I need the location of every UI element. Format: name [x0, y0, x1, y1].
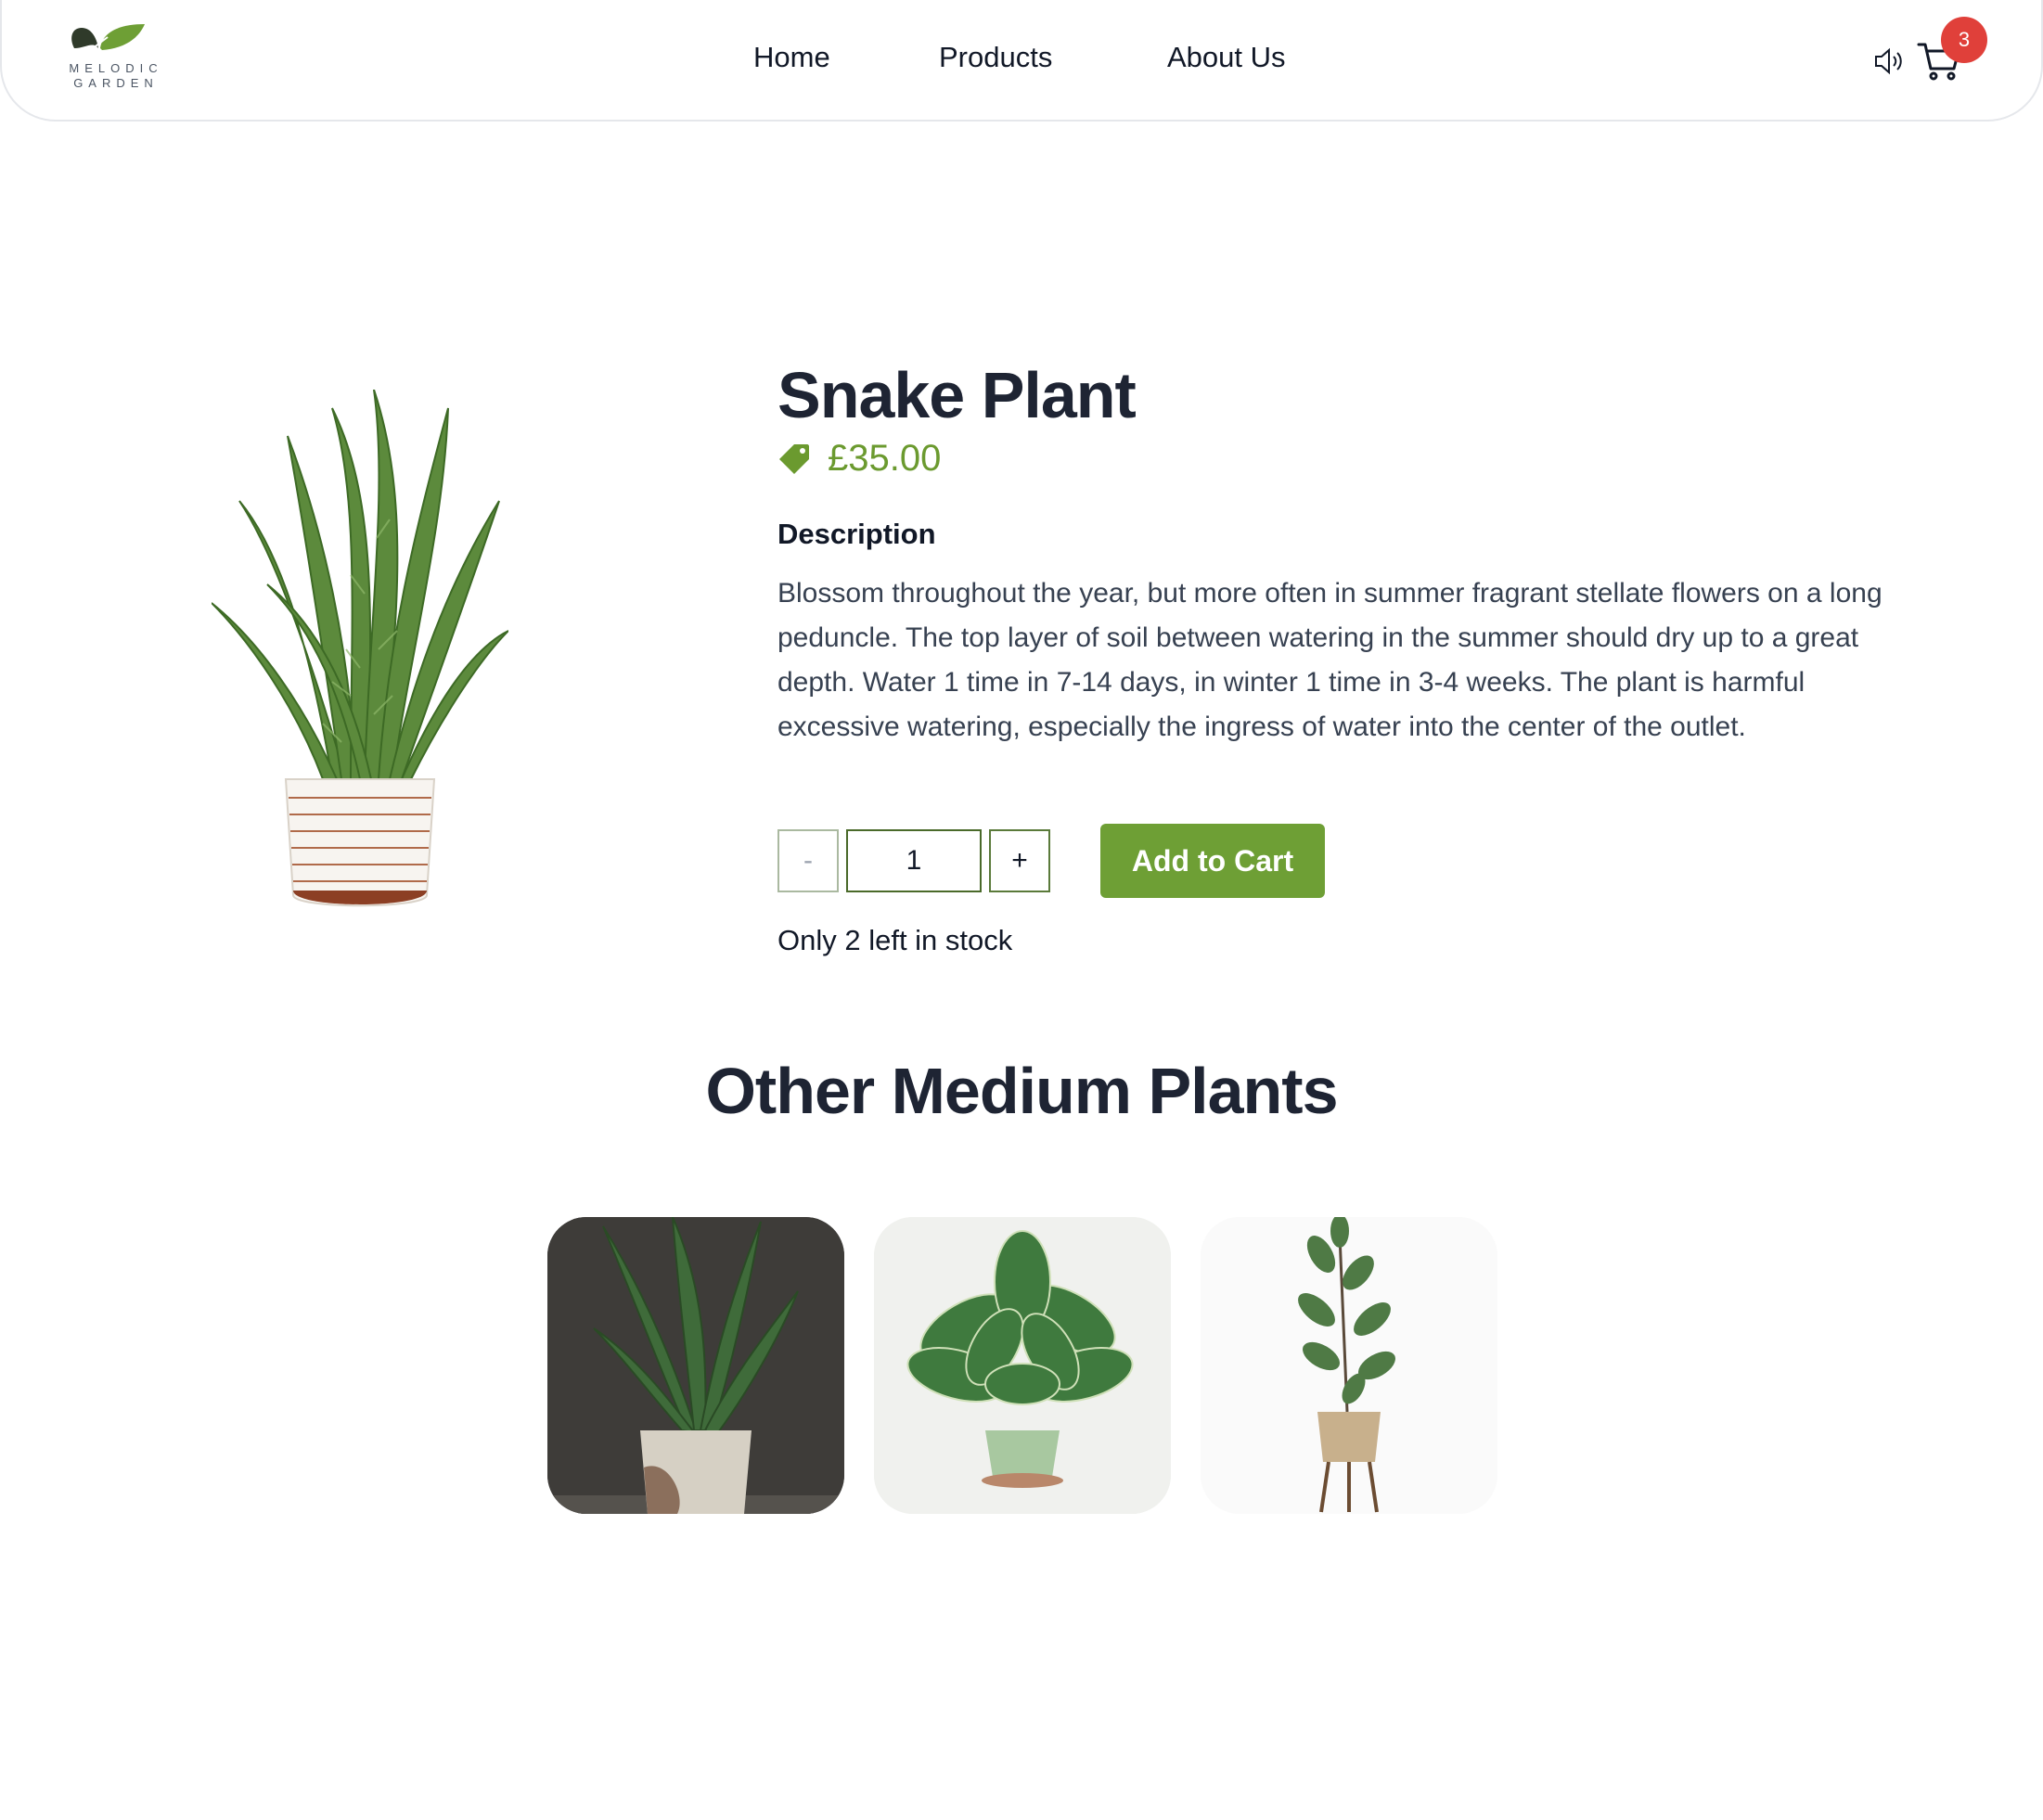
product-title: Snake Plant [777, 359, 1137, 431]
speaker-icon[interactable] [1872, 46, 1906, 76]
related-section-title: Other Medium Plants [705, 1055, 1338, 1127]
quantity-increase-button[interactable]: + [989, 829, 1050, 892]
brand-logo[interactable]: MELODIC GARDEN [65, 20, 167, 93]
stock-status: Only 2 left in stock [777, 924, 1013, 956]
brand-name-line1: MELODIC [69, 61, 163, 75]
related-plant-card-1[interactable] [547, 1217, 844, 1514]
site-header: MELODIC GARDEN Home Products About Us 3 [0, 0, 2043, 122]
product-image-snake-plant [211, 389, 509, 918]
brand-name-line2: GARDEN [73, 76, 159, 90]
cart-count-badge: 3 [1941, 17, 1987, 63]
product-description: Blossom throughout the year, but more of… [777, 578, 1882, 742]
quantity-input[interactable] [846, 829, 982, 892]
nav-about-link[interactable]: About Us [1167, 41, 1286, 74]
product-price: £35.00 [828, 437, 942, 479]
leaf-logo-icon [71, 24, 145, 50]
quantity-decrease-button[interactable]: - [777, 829, 839, 892]
related-plant-image-2 [874, 1217, 1171, 1514]
description-heading: Description [777, 518, 936, 550]
related-plant-image-3 [1201, 1217, 1497, 1514]
related-plant-card-3[interactable] [1201, 1217, 1497, 1514]
price-row: £35.00 [779, 436, 941, 481]
nav-products-link[interactable]: Products [939, 41, 1052, 74]
related-plant-image-1 [547, 1217, 844, 1514]
add-to-cart-button[interactable]: Add to Cart [1100, 824, 1325, 898]
related-plant-card-2[interactable] [874, 1217, 1171, 1514]
price-tag-icon [779, 444, 809, 474]
nav-home-link[interactable]: Home [753, 41, 830, 74]
